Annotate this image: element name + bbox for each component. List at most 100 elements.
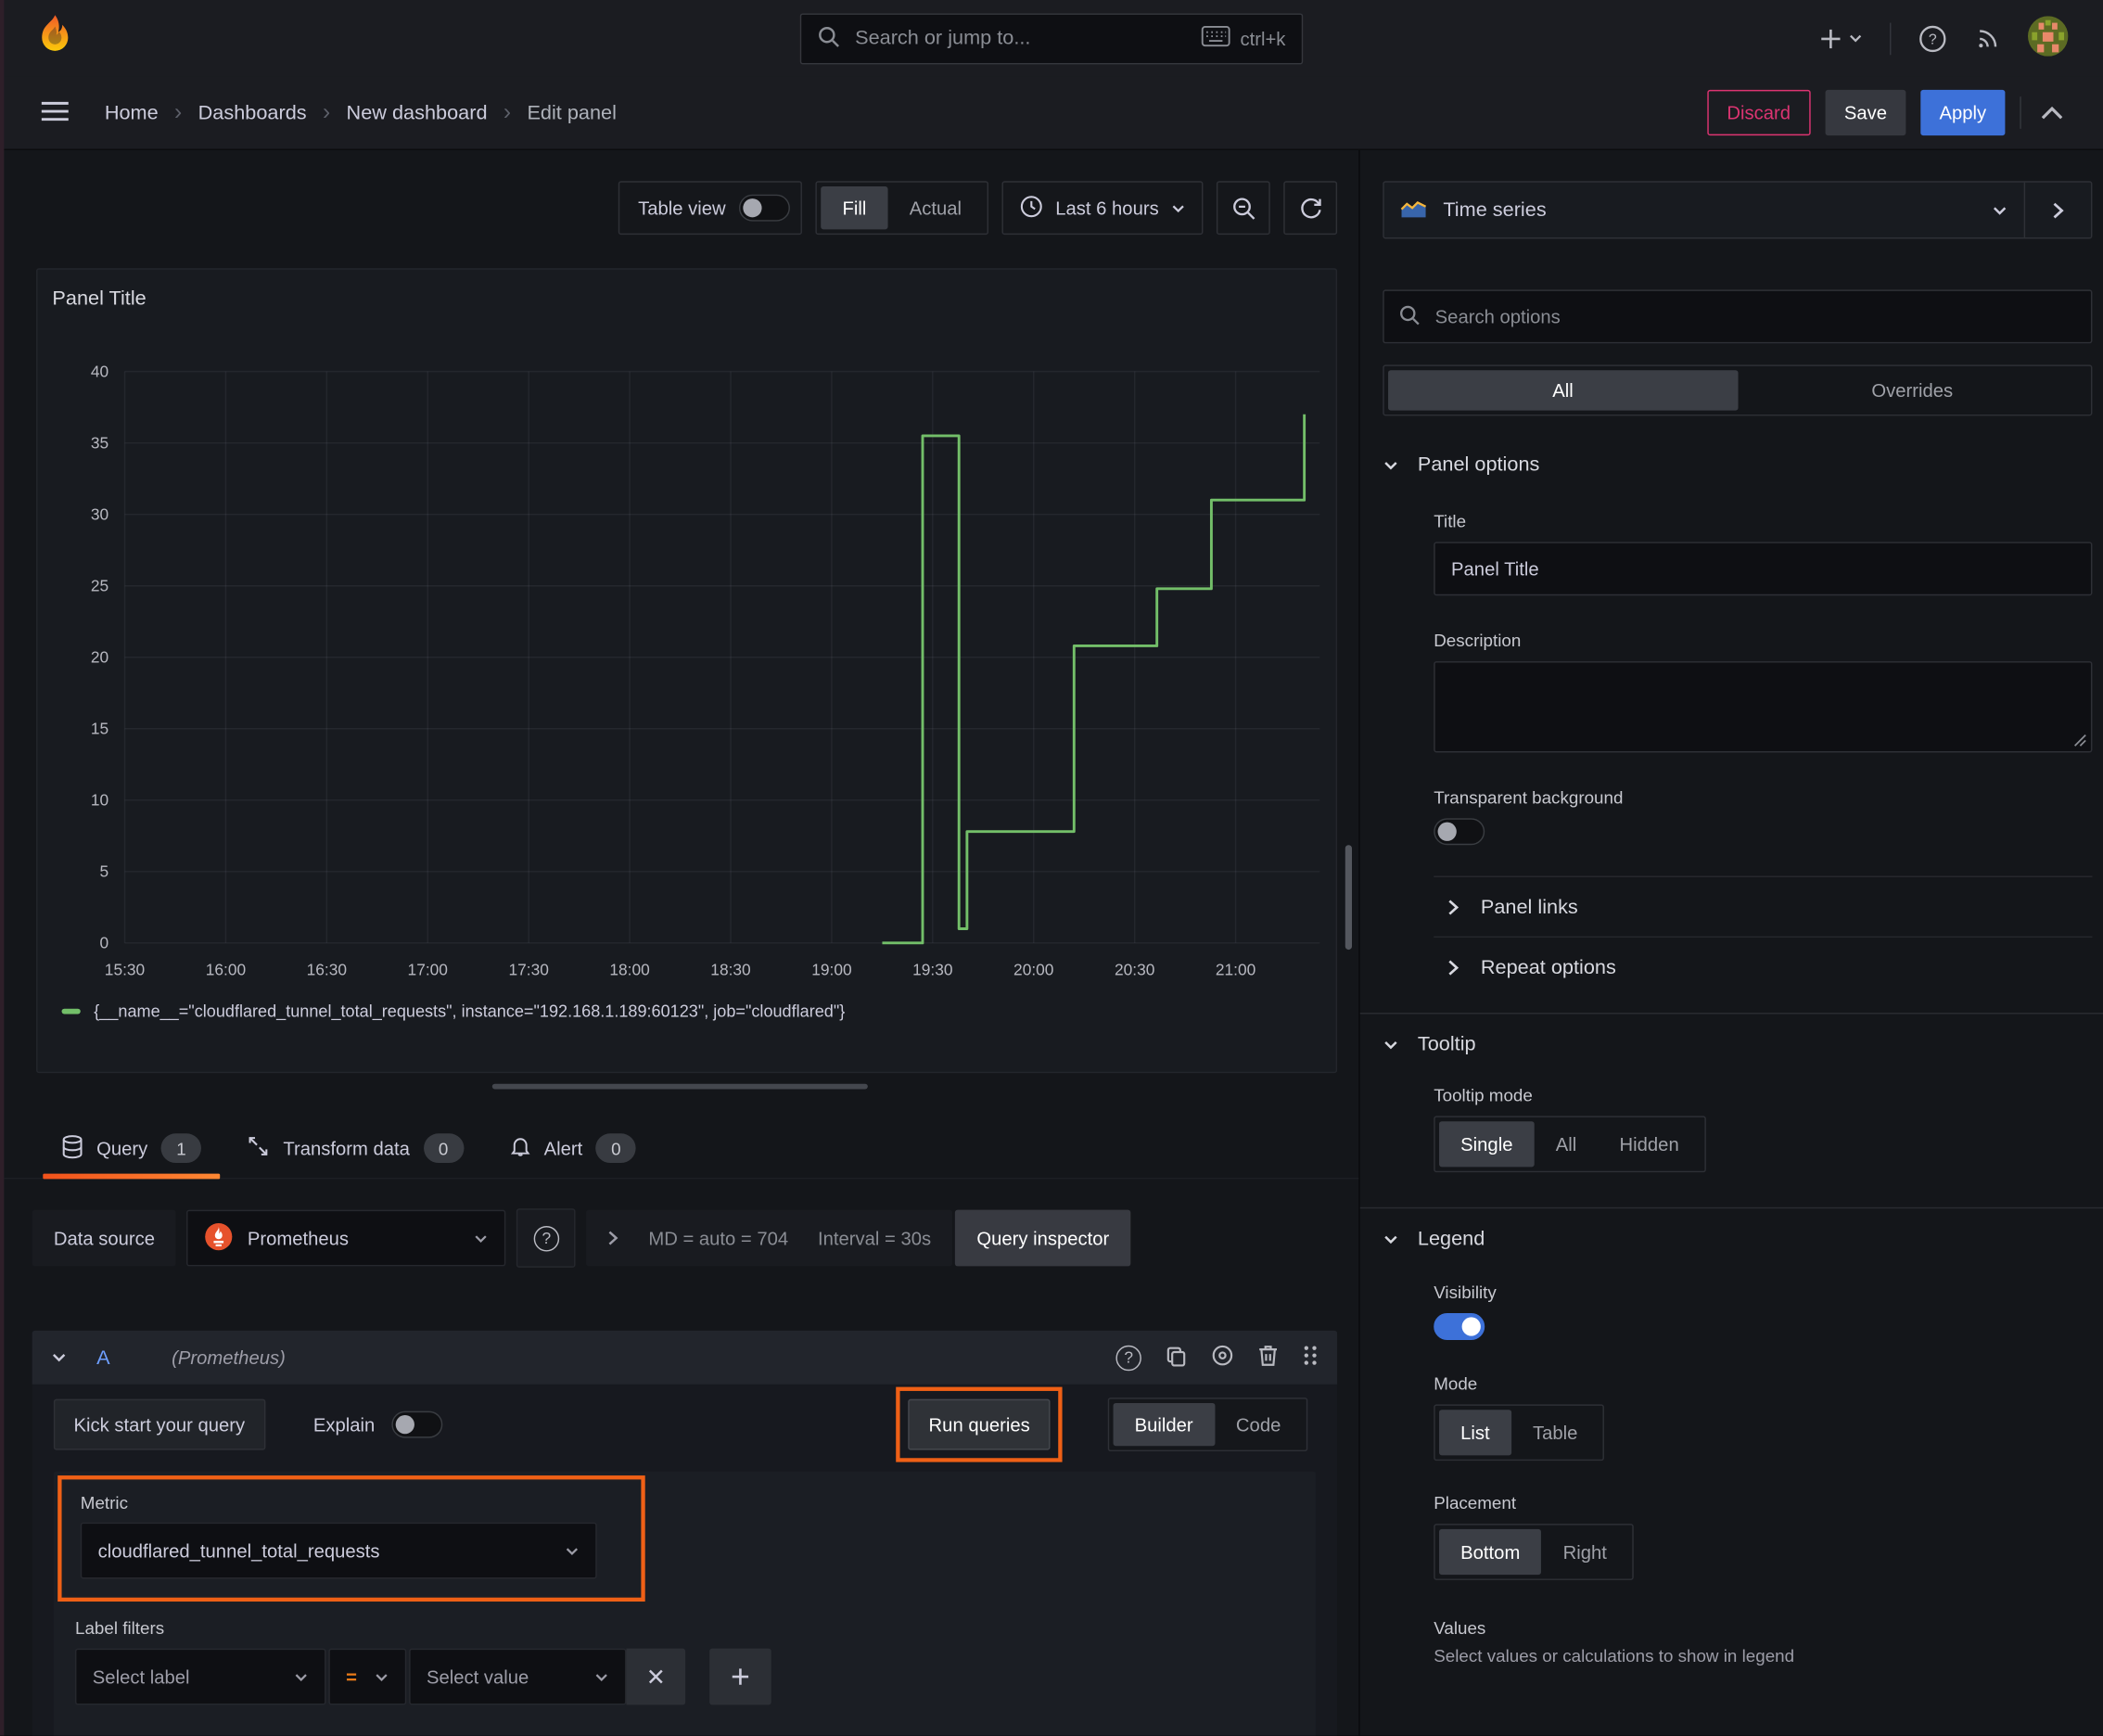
breadcrumb-home[interactable]: Home xyxy=(105,101,159,124)
panel-options-sidebar: Time series All Overrides Pa xyxy=(1358,150,2103,1736)
plus-icon xyxy=(732,1668,749,1685)
series-label: {__name__="cloudflared_tunnel_total_requ… xyxy=(94,1002,846,1021)
options-search[interactable] xyxy=(1383,289,2093,344)
tab-overrides[interactable]: Overrides xyxy=(1738,370,2087,410)
tooltip-single-option[interactable]: Single xyxy=(1439,1121,1535,1168)
nav-bar: Home › Dashboards › New dashboard › Edit… xyxy=(0,76,2103,150)
table-view-toggle[interactable] xyxy=(739,194,791,222)
query-actions-row: Kick start your query Explain Run querie… xyxy=(53,1386,1316,1462)
add-filter-button[interactable] xyxy=(709,1648,771,1705)
tooltip-mode-switch: Single All Hidden xyxy=(1434,1116,1706,1173)
search-input[interactable] xyxy=(852,25,1190,51)
drag-handle-grip-icon[interactable] xyxy=(1302,1344,1318,1371)
prometheus-query-builder: Metric cloudflared_tunnel_total_requests… xyxy=(53,1471,1316,1736)
zoom-out-button[interactable] xyxy=(1216,181,1270,236)
select-value-dropdown[interactable]: Select value xyxy=(409,1648,627,1705)
viz-suggestions-button[interactable] xyxy=(2023,182,2091,238)
tab-transform-data[interactable]: Transform data 0 xyxy=(228,1118,482,1178)
news-rss-button[interactable] xyxy=(1974,25,2001,52)
search-icon xyxy=(1399,304,1421,329)
chevron-down-icon[interactable] xyxy=(51,1349,67,1365)
alert-count-badge: 0 xyxy=(595,1133,637,1164)
tooltip-section-header[interactable]: Tooltip xyxy=(1383,1033,2092,1055)
options-search-input[interactable] xyxy=(1432,304,2077,329)
explain-toggle[interactable] xyxy=(390,1410,442,1438)
select-label-dropdown[interactable]: Select label xyxy=(75,1648,326,1705)
topbar-divider xyxy=(1890,21,1892,55)
tab-alert[interactable]: Alert 0 xyxy=(491,1118,656,1178)
svg-text:17:00: 17:00 xyxy=(408,961,448,979)
svg-text:20: 20 xyxy=(91,648,108,667)
actual-option[interactable]: Actual xyxy=(888,186,984,229)
legend-values-label: Values xyxy=(1434,1617,1486,1639)
description-textarea[interactable] xyxy=(1434,661,2093,753)
panel-title-input[interactable] xyxy=(1434,542,2093,596)
breadcrumb-dashboards[interactable]: Dashboards xyxy=(198,101,307,124)
remove-filter-button[interactable] xyxy=(626,1648,686,1705)
run-queries-button[interactable]: Run queries xyxy=(908,1398,1051,1450)
save-button[interactable]: Save xyxy=(1825,89,1906,136)
tooltip-hidden-option[interactable]: Hidden xyxy=(1598,1121,1700,1167)
builder-code-switch: Builder Code xyxy=(1107,1398,1308,1452)
duplicate-query-icon[interactable] xyxy=(1166,1345,1187,1370)
tab-query[interactable]: Query 1 xyxy=(43,1118,221,1180)
chevron-right-icon[interactable] xyxy=(608,1230,619,1245)
svg-text:16:30: 16:30 xyxy=(307,961,347,979)
menu-hamburger-icon[interactable] xyxy=(40,100,70,125)
grafana-edit-panel-screen: ctrl+k ? xyxy=(0,0,2103,1736)
legend-table-option[interactable]: Table xyxy=(1511,1410,1600,1455)
placement-bottom-option[interactable]: Bottom xyxy=(1439,1528,1542,1576)
breadcrumb-new-dashboard[interactable]: New dashboard xyxy=(347,101,488,124)
visualization-select[interactable]: Time series xyxy=(1384,183,2024,237)
fill-option[interactable]: Fill xyxy=(821,186,888,230)
query-row-header[interactable]: A (Prometheus) ? xyxy=(32,1330,1338,1385)
builder-option[interactable]: Builder xyxy=(1113,1402,1215,1447)
repeat-options-section[interactable]: Repeat options xyxy=(1434,938,2092,997)
delete-query-trash-icon[interactable] xyxy=(1258,1344,1279,1371)
panel-links-section[interactable]: Panel links xyxy=(1434,877,2092,937)
panel-resize-handle[interactable] xyxy=(491,1083,868,1090)
refresh-button[interactable] xyxy=(1283,181,1338,236)
query-inspector-button[interactable]: Query inspector xyxy=(955,1209,1131,1267)
new-dropdown-button[interactable] xyxy=(1818,26,1863,50)
global-search[interactable]: ctrl+k xyxy=(799,12,1304,64)
transparent-background-toggle[interactable] xyxy=(1434,818,1485,846)
placement-right-option[interactable]: Right xyxy=(1541,1529,1628,1575)
collapse-header-icon[interactable] xyxy=(2041,102,2063,123)
help-button[interactable]: ? xyxy=(1918,23,1947,53)
prometheus-icon xyxy=(205,1221,235,1255)
legend-section-header[interactable]: Legend xyxy=(1383,1227,2092,1250)
transform-icon xyxy=(247,1135,270,1162)
datasource-picker[interactable]: Prometheus xyxy=(186,1209,507,1267)
apply-button[interactable]: Apply xyxy=(1920,89,2006,136)
svg-text:17:30: 17:30 xyxy=(508,961,548,979)
legend-list-option[interactable]: List xyxy=(1439,1410,1511,1456)
resize-corner-icon[interactable] xyxy=(2073,734,2086,747)
timeseries-chart[interactable]: 0 5 10 15 20 25 30 35 40 15:30 16:00 16:30 17:00 17:3… xyxy=(48,324,1325,994)
chart-legend[interactable]: {__name__="cloudflared_tunnel_total_requ… xyxy=(61,1002,846,1021)
discard-button[interactable]: Discard xyxy=(1706,89,1811,136)
query-help-icon[interactable]: ? xyxy=(1115,1345,1141,1371)
legend-visibility-toggle[interactable] xyxy=(1434,1313,1485,1340)
time-range-picker[interactable]: Last 6 hours xyxy=(1001,181,1204,236)
hide-query-eye-icon[interactable] xyxy=(1211,1344,1234,1371)
metric-select[interactable]: cloudflared_tunnel_total_requests xyxy=(80,1522,597,1579)
search-icon xyxy=(818,25,841,52)
panel-options-section-header[interactable]: Panel options xyxy=(1383,453,2092,476)
legend-mode-label: Mode xyxy=(1434,1373,1478,1394)
code-option[interactable]: Code xyxy=(1215,1403,1303,1446)
tab-all[interactable]: All xyxy=(1388,370,1738,411)
datasource-value: Prometheus xyxy=(247,1227,350,1249)
breadcrumb-edit-panel: Edit panel xyxy=(527,101,617,124)
query-count-badge: 1 xyxy=(160,1133,202,1164)
run-queries-annotation-box: Run queries xyxy=(896,1386,1063,1462)
tooltip-all-option[interactable]: All xyxy=(1535,1121,1599,1167)
operator-dropdown[interactable]: = xyxy=(328,1648,407,1705)
vertical-scrollbar[interactable] xyxy=(1345,845,1352,951)
interval: Interval = 30s xyxy=(818,1227,932,1249)
kick-start-query-button[interactable]: Kick start your query xyxy=(53,1398,265,1450)
grafana-logo[interactable] xyxy=(35,13,75,63)
panel-title: Panel Title xyxy=(52,287,147,311)
datasource-help-button[interactable]: ? xyxy=(516,1208,577,1268)
user-avatar[interactable] xyxy=(2028,16,2069,60)
